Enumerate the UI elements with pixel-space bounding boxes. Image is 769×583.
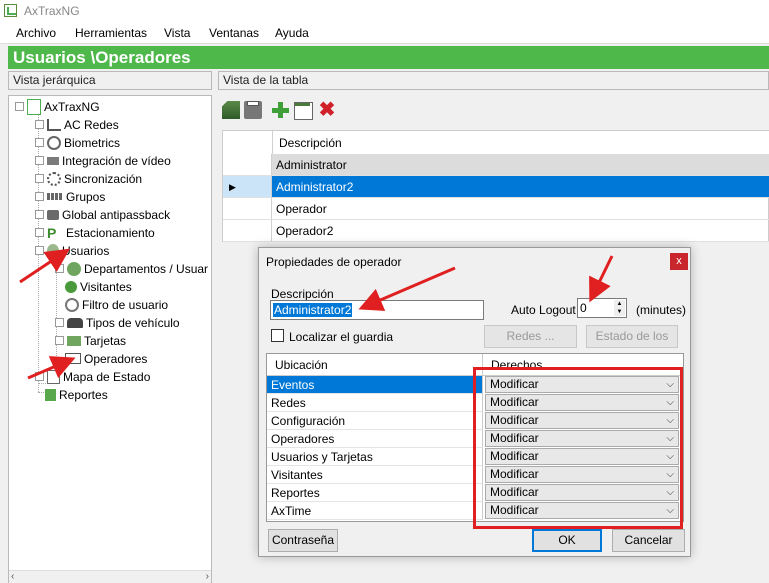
arrow-description xyxy=(358,266,456,311)
arrow-operadores xyxy=(27,356,76,380)
arrow-usuarios xyxy=(19,248,70,284)
arrow-auto-logout xyxy=(589,255,614,303)
annotation-arrows xyxy=(19,248,614,380)
